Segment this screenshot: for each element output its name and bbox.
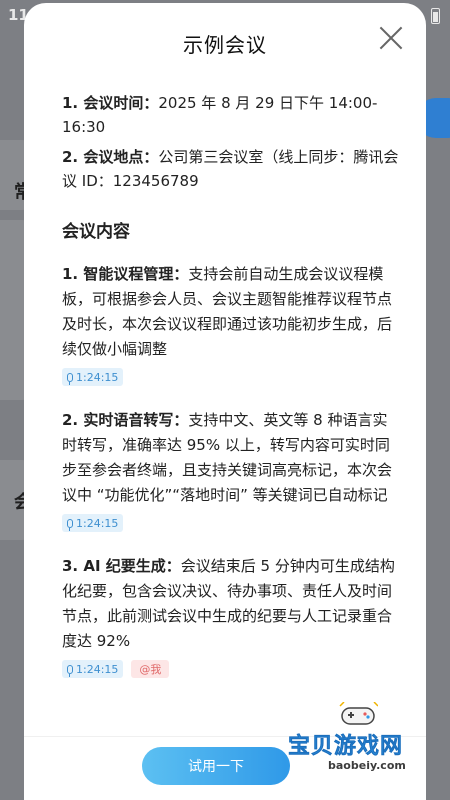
content-item: 3. AI 纪要生成：会议结束后 5 分钟内可生成结构化纪要，包含会议决议、待办… [62,554,402,678]
item-label: 1. 智能议程管理： [62,265,189,283]
mention-tag[interactable]: @我 [131,660,170,678]
item-tags: 1:24:15 [62,514,402,532]
item-text: 3. AI 纪要生成：会议结束后 5 分钟内可生成结构化纪要，包含会议决议、待办… [62,554,402,654]
item-text: 1. 智能议程管理：支持会前自动生成会议议程模板，可根据参会人员、会议主题智能推… [62,262,402,362]
audio-timestamp-tag[interactable]: 1:24:15 [62,660,124,678]
watermark: 宝贝游戏网 baobeiy.com [284,702,444,782]
battery-icon [431,8,440,24]
item-text: 2. 实时语音转写：支持中文、英文等 8 种语言实时转写，准确率达 95% 以上… [62,408,402,508]
dialog-title: 示例会议 [183,33,267,57]
audio-timestamp: 1:24:15 [76,516,119,530]
microphone-icon [67,664,73,677]
meeting-example-dialog: 示例会议 1. 会议时间：2025 年 8 月 29 日下午 14:00-16:… [24,3,426,800]
microphone-icon [67,372,73,385]
item-tags: 1:24:15 @我 [62,660,402,678]
audio-timestamp: 1:24:15 [76,662,119,676]
watermark-domain: baobeiy.com [328,759,406,772]
item-label: 2. 实时语音转写： [62,411,189,429]
dialog-body: 1. 会议时间：2025 年 8 月 29 日下午 14:00-16:30 2.… [62,91,402,700]
section-title: 会议内容 [62,222,130,242]
audio-timestamp-tag[interactable]: 1:24:15 [62,514,124,532]
content-item: 1. 智能议程管理：支持会前自动生成会议议程模板，可根据参会人员、会议主题智能推… [62,262,402,386]
item-tags: 1:24:15 [62,368,402,386]
item-label: 3. AI 纪要生成： [62,557,181,575]
audio-timestamp-tag[interactable]: 1:24:15 [62,368,124,386]
watermark-text: 宝贝游戏网 [288,734,404,760]
content-item: 2. 实时语音转写：支持中文、英文等 8 种语言实时转写，准确率达 95% 以上… [62,408,402,532]
close-icon[interactable] [378,25,404,51]
meeting-place: 2. 会议地点：公司第三会议室（线上同步：腾讯会议 ID：123456789 [62,145,402,193]
gamepad-icon [339,702,378,725]
audio-timestamp: 1:24:15 [76,370,119,384]
meeting-time: 1. 会议时间：2025 年 8 月 29 日下午 14:00-16:30 [62,91,402,139]
dialog-header: 示例会议 [24,3,426,83]
try-button[interactable]: 试用一下 [142,747,290,785]
meeting-time-label: 1. 会议时间： [62,94,159,112]
meeting-place-label: 2. 会议地点： [62,148,159,166]
microphone-icon [67,518,73,531]
